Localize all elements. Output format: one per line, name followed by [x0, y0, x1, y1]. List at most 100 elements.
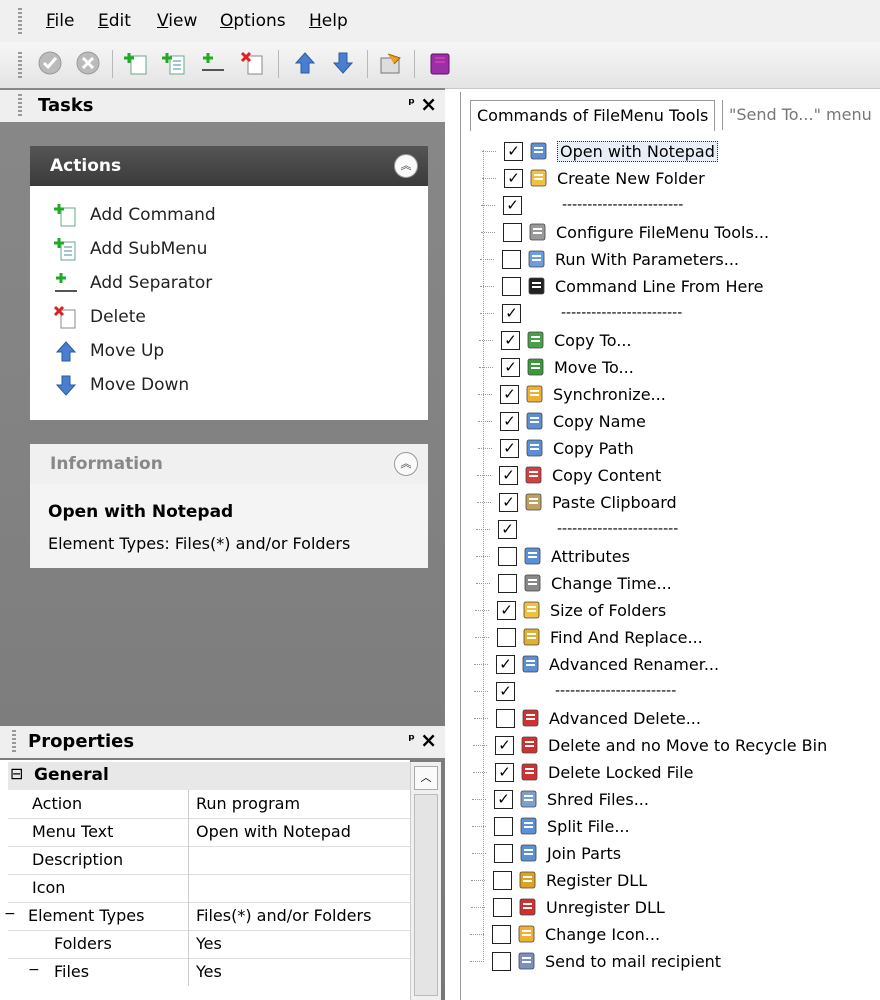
menu-file[interactable]: File [46, 11, 74, 31]
move-down-button[interactable] [328, 48, 358, 78]
action-add-separator[interactable]: Add Separator [52, 270, 212, 296]
checkbox[interactable] [493, 870, 512, 890]
checkbox[interactable]: ✓ [504, 141, 523, 161]
tree-item[interactable]: ✓ Synchronize... [500, 381, 666, 407]
checkbox[interactable]: ✓ [495, 762, 514, 782]
action-add-submenu[interactable]: Add SubMenu [52, 236, 207, 262]
tree-separator[interactable]: ✓ ------------------------ [496, 678, 676, 704]
tree-item[interactable]: Send to mail recipient [492, 948, 721, 974]
checkbox[interactable]: ✓ [501, 330, 520, 350]
property-value[interactable]: Files(*) and/or Folders [196, 906, 371, 925]
checkbox[interactable] [496, 708, 515, 728]
action-add-command[interactable]: Add Command [52, 202, 216, 228]
tree-separator[interactable]: ✓ ------------------------ [503, 192, 683, 218]
tree-item[interactable]: ✓ Move To... [501, 354, 634, 380]
tab-commands[interactable]: Commands of FileMenu Tools [470, 100, 716, 131]
collapse-icon[interactable]: ︽ [394, 452, 418, 476]
property-row[interactable]: Menu Text Open with Notepad [8, 818, 410, 847]
property-value[interactable]: Run program [196, 794, 300, 813]
checkbox[interactable]: ✓ [496, 654, 515, 674]
menu-help[interactable]: Help [309, 11, 348, 31]
property-value[interactable]: Yes [196, 962, 222, 981]
checkbox[interactable]: ✓ [500, 438, 519, 458]
action-delete[interactable]: Delete [52, 304, 146, 330]
collapse-minus-icon[interactable]: − [28, 962, 40, 978]
actions-header[interactable]: Actions ︽ [30, 146, 428, 186]
scroll-thumb[interactable] [414, 794, 438, 996]
help-button[interactable] [425, 48, 455, 78]
checkbox[interactable]: ✓ [503, 195, 522, 215]
checkbox[interactable]: ✓ [500, 411, 519, 431]
checkbox[interactable]: ✓ [499, 492, 518, 512]
tree-item[interactable]: ✓ Open with Notepad [504, 138, 718, 164]
information-header[interactable]: Information ︽ [30, 444, 428, 484]
checkbox[interactable]: ✓ [496, 681, 515, 701]
menu-options[interactable]: Options [220, 11, 286, 31]
tree-item[interactable]: ✓ Delete and no Move to Recycle Bin [495, 732, 827, 758]
menu-edit[interactable]: Edit [98, 11, 131, 31]
property-row[interactable]: Description [8, 846, 410, 875]
property-row[interactable]: − Element Types Files(*) and/or Folders [4, 902, 410, 931]
tree-item[interactable]: ✓ Advanced Renamer... [496, 651, 719, 677]
tab-send-to[interactable]: "Send To..." menu [722, 100, 878, 130]
tree-item[interactable]: Command Line From Here [502, 273, 763, 299]
tree-item[interactable]: ✓ Paste Clipboard [499, 489, 677, 515]
add-separator-button[interactable] [198, 48, 228, 78]
property-value[interactable]: Yes [196, 934, 222, 953]
menu-view[interactable]: View [157, 11, 197, 31]
tree-item[interactable]: Join Parts [494, 840, 621, 866]
add-command-button[interactable] [122, 48, 152, 78]
checkbox[interactable] [498, 573, 517, 593]
action-move-down[interactable]: Move Down [52, 372, 189, 398]
collapse-minus-icon[interactable]: − [4, 906, 16, 922]
properties-scrollbar[interactable]: ︿ [410, 762, 441, 1000]
checkbox[interactable] [494, 843, 513, 863]
checkbox[interactable] [492, 924, 511, 944]
tree-item[interactable]: Unregister DLL [493, 894, 665, 920]
property-row[interactable]: − Files Yes [8, 958, 410, 986]
checkbox[interactable] [502, 276, 521, 296]
pin-icon[interactable]: ᵖ [408, 96, 415, 112]
tree-separator[interactable]: ✓ ------------------------ [498, 516, 678, 542]
checkbox[interactable]: ✓ [504, 168, 523, 188]
tree-item[interactable]: ✓ Copy Content [499, 462, 661, 488]
section-general[interactable]: ⊟ General [8, 762, 410, 790]
checkbox[interactable] [493, 897, 512, 917]
action-move-up[interactable]: Move Up [52, 338, 164, 364]
collapse-minus-icon[interactable]: ⊟ [10, 764, 23, 783]
property-value[interactable]: Open with Notepad [196, 822, 351, 841]
tree-item[interactable]: Change Icon... [492, 921, 660, 947]
checkbox[interactable] [503, 222, 522, 242]
checkbox[interactable]: ✓ [500, 384, 519, 404]
cancel-button[interactable] [73, 48, 103, 78]
checkbox[interactable]: ✓ [502, 303, 521, 323]
options-button[interactable] [376, 48, 406, 78]
checkbox[interactable] [497, 627, 516, 647]
tree-item[interactable]: Advanced Delete... [496, 705, 701, 731]
tree-item[interactable]: Find And Replace... [497, 624, 703, 650]
tree-item[interactable]: Split File... [494, 813, 630, 839]
tree-item[interactable]: ✓ Shred Files... [494, 786, 649, 812]
checkbox[interactable]: ✓ [497, 600, 516, 620]
property-row[interactable]: Folders Yes [8, 930, 410, 959]
checkbox[interactable] [492, 951, 511, 971]
tree-item[interactable]: ✓ Copy Path [500, 435, 634, 461]
checkbox[interactable]: ✓ [498, 519, 517, 539]
apply-button[interactable] [35, 48, 65, 78]
tree-item[interactable]: Configure FileMenu Tools... [503, 219, 769, 245]
collapse-icon[interactable]: ︽ [394, 154, 418, 178]
checkbox[interactable]: ✓ [494, 789, 513, 809]
tree-separator[interactable]: ✓ ------------------------ [502, 300, 682, 326]
checkbox[interactable]: ✓ [495, 735, 514, 755]
tree-item[interactable]: Register DLL [493, 867, 647, 893]
scroll-up-button[interactable]: ︿ [414, 766, 438, 790]
checkbox[interactable] [498, 546, 517, 566]
close-icon[interactable]: × [420, 728, 437, 752]
property-row[interactable]: Action Run program [8, 790, 410, 819]
checkbox[interactable]: ✓ [501, 357, 520, 377]
tree-item[interactable]: Attributes [498, 543, 630, 569]
add-submenu-button[interactable] [160, 48, 190, 78]
tree-item[interactable]: Change Time... [498, 570, 672, 596]
checkbox[interactable] [494, 816, 513, 836]
close-icon[interactable]: × [420, 92, 437, 116]
